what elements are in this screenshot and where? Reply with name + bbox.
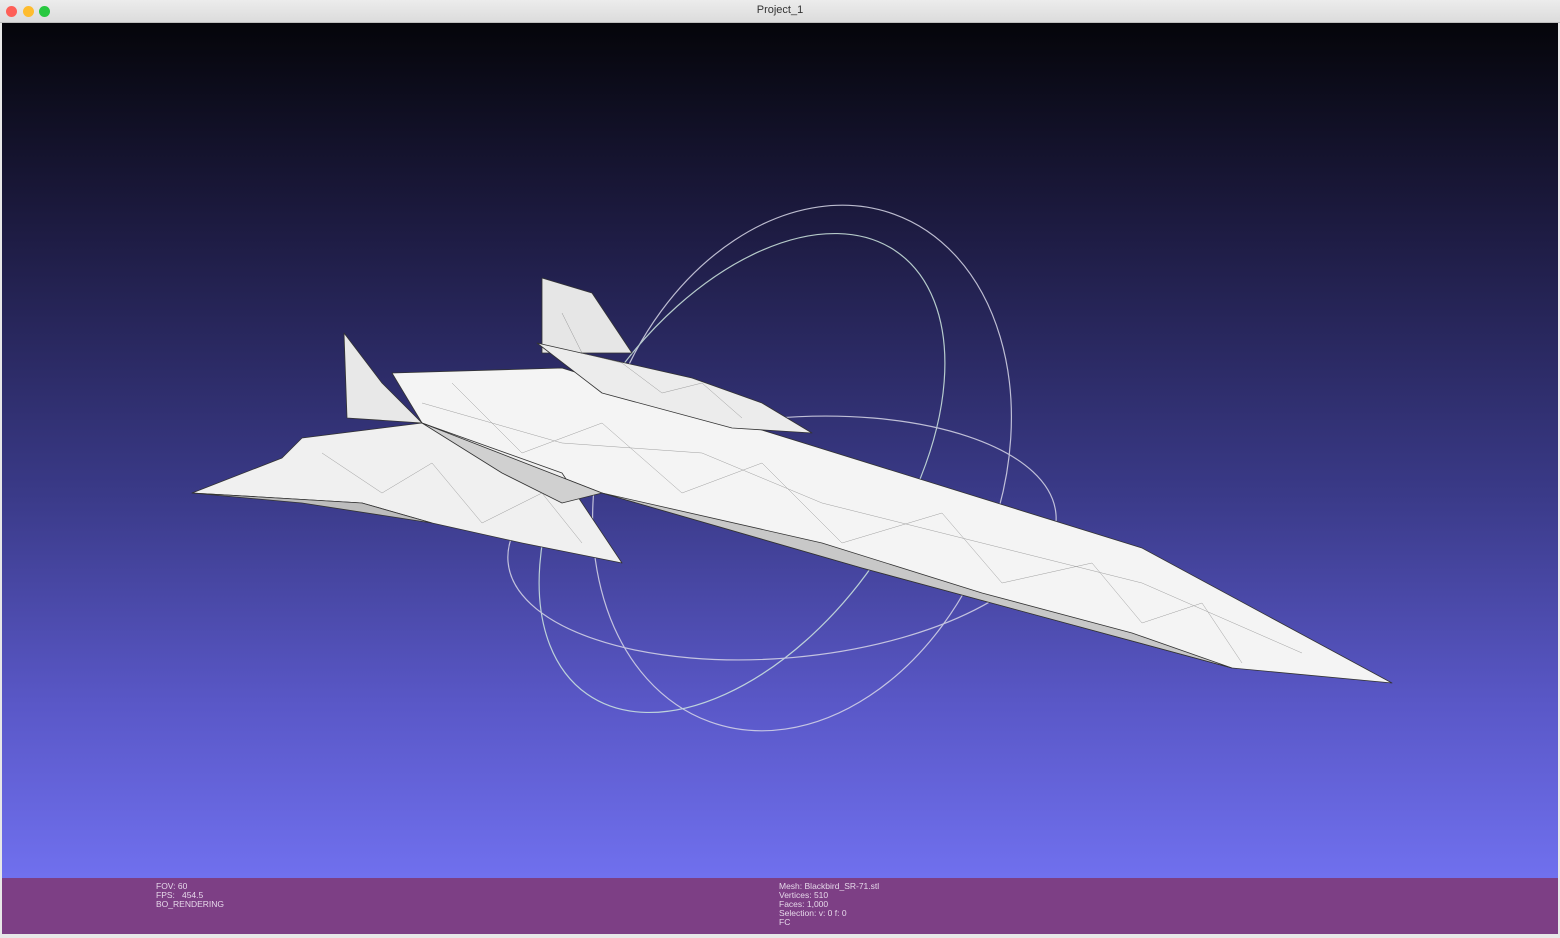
mesh-render: [2, 23, 1558, 878]
selection-label: Selection: v: 0 f: 0: [779, 909, 879, 918]
window-title: Project_1: [0, 4, 1560, 16]
mesh-info: Mesh: Blackbird_SR-71.stl Vertices: 510 …: [779, 882, 879, 927]
render-mode-label: BO_RENDERING: [156, 900, 224, 909]
info-bar: FOV: 60 FPS: 454.5 BO_RENDERING Mesh: Bl…: [2, 878, 1558, 934]
3d-viewport[interactable]: [2, 23, 1558, 878]
title-bar: Project_1: [0, 0, 1560, 23]
flag-label: FC: [779, 918, 879, 927]
render-info: FOV: 60 FPS: 454.5 BO_RENDERING: [156, 882, 224, 909]
aircraft-mesh: [192, 278, 1392, 683]
